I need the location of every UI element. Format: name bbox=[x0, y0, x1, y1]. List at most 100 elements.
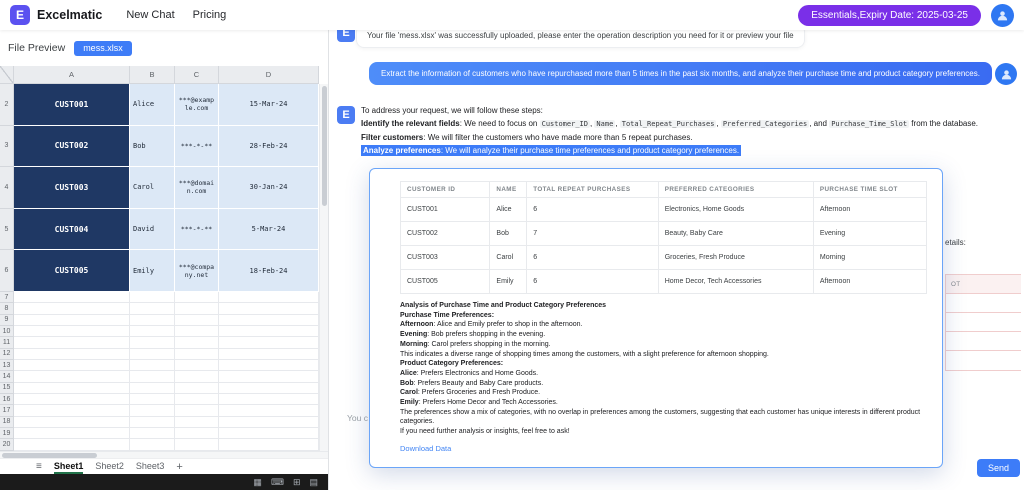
empty-cell[interactable] bbox=[130, 292, 175, 303]
empty-cell[interactable] bbox=[130, 394, 175, 405]
cells-view-icon[interactable]: ▤ bbox=[309, 478, 318, 487]
cell-name[interactable]: Carol bbox=[130, 167, 175, 209]
empty-cell[interactable] bbox=[130, 383, 175, 394]
row-number[interactable]: 6 bbox=[0, 250, 14, 292]
row-number[interactable]: 11 bbox=[0, 337, 14, 348]
empty-cell[interactable] bbox=[130, 315, 175, 326]
empty-cell[interactable] bbox=[219, 303, 319, 314]
keyboard-icon[interactable]: ⌨ bbox=[271, 478, 284, 487]
cell-contact[interactable]: ***@example.com bbox=[175, 84, 219, 126]
empty-cell[interactable] bbox=[130, 337, 175, 348]
cell-date[interactable]: 28-Feb-24 bbox=[219, 126, 319, 168]
empty-cell[interactable] bbox=[219, 383, 319, 394]
empty-cell[interactable] bbox=[14, 337, 130, 348]
empty-cell[interactable] bbox=[175, 371, 219, 382]
empty-cell[interactable] bbox=[219, 326, 319, 337]
empty-cell[interactable] bbox=[14, 417, 130, 428]
empty-cell[interactable] bbox=[14, 439, 130, 450]
row-number[interactable]: 2 bbox=[0, 84, 14, 126]
add-sheet-button[interactable]: + bbox=[176, 461, 182, 473]
download-data-link[interactable]: Download Data bbox=[400, 444, 451, 453]
empty-cell[interactable] bbox=[219, 349, 319, 360]
empty-cell[interactable] bbox=[175, 360, 219, 371]
row-number[interactable]: 13 bbox=[0, 360, 14, 371]
empty-cell[interactable] bbox=[219, 428, 319, 439]
empty-cell[interactable] bbox=[130, 349, 175, 360]
row-number[interactable]: 12 bbox=[0, 349, 14, 360]
file-tab-mess-xlsx[interactable]: mess.xlsx bbox=[74, 41, 132, 56]
cell-name[interactable]: Emily bbox=[130, 250, 175, 292]
empty-cell[interactable] bbox=[14, 405, 130, 416]
empty-cell[interactable] bbox=[175, 383, 219, 394]
cell-contact[interactable]: ***-*-** bbox=[175, 126, 219, 168]
cell-contact[interactable]: ***-*-** bbox=[175, 209, 219, 251]
empty-cell[interactable] bbox=[175, 439, 219, 450]
row-number[interactable]: 20 bbox=[0, 439, 14, 450]
empty-cell[interactable] bbox=[130, 360, 175, 371]
app-logo-icon[interactable]: E bbox=[10, 5, 30, 25]
empty-cell[interactable] bbox=[175, 292, 219, 303]
empty-cell[interactable] bbox=[219, 439, 319, 450]
empty-cell[interactable] bbox=[14, 326, 130, 337]
cell-customer-id[interactable]: CUST001 bbox=[14, 84, 130, 126]
cell-contact[interactable]: ***@company.net bbox=[175, 250, 219, 292]
empty-cell[interactable] bbox=[219, 417, 319, 428]
vertical-scrollbar[interactable] bbox=[319, 84, 328, 451]
sheet-menu-icon[interactable]: ≡ bbox=[36, 461, 42, 472]
row-number[interactable]: 19 bbox=[0, 428, 14, 439]
empty-cell[interactable] bbox=[130, 428, 175, 439]
horizontal-scrollbar[interactable] bbox=[0, 451, 328, 458]
empty-cell[interactable] bbox=[130, 326, 175, 337]
empty-cell[interactable] bbox=[130, 303, 175, 314]
empty-cell[interactable] bbox=[130, 417, 175, 428]
empty-cell[interactable] bbox=[14, 303, 130, 314]
grid-view-icon[interactable]: ⊞ bbox=[293, 478, 301, 487]
row-number[interactable]: 10 bbox=[0, 326, 14, 337]
empty-cell[interactable] bbox=[14, 394, 130, 405]
row-number[interactable]: 4 bbox=[0, 167, 14, 209]
select-all-corner[interactable] bbox=[0, 66, 14, 84]
vertical-scrollbar-thumb[interactable] bbox=[322, 86, 327, 206]
cell-contact[interactable]: ***@domain.com bbox=[175, 167, 219, 209]
cell-date[interactable]: 15-Mar-24 bbox=[219, 84, 319, 126]
cell-date[interactable]: 30-Jan-24 bbox=[219, 167, 319, 209]
plan-badge[interactable]: Essentials,Expiry Date: 2025-03-25 bbox=[798, 5, 981, 26]
empty-cell[interactable] bbox=[14, 428, 130, 439]
empty-cell[interactable] bbox=[175, 349, 219, 360]
cell-name[interactable]: Alice bbox=[130, 84, 175, 126]
empty-cell[interactable] bbox=[14, 383, 130, 394]
row-number[interactable]: 17 bbox=[0, 405, 14, 416]
empty-cell[interactable] bbox=[175, 315, 219, 326]
empty-cell[interactable] bbox=[175, 428, 219, 439]
empty-cell[interactable] bbox=[219, 315, 319, 326]
cell-customer-id[interactable]: CUST004 bbox=[14, 209, 130, 251]
empty-cell[interactable] bbox=[14, 371, 130, 382]
column-header[interactable]: C bbox=[175, 66, 219, 84]
column-header[interactable]: D bbox=[219, 66, 319, 84]
cell-date[interactable]: 5-Mar-24 bbox=[219, 209, 319, 251]
empty-cell[interactable] bbox=[14, 360, 130, 371]
empty-cell[interactable] bbox=[175, 405, 219, 416]
row-number[interactable]: 5 bbox=[0, 209, 14, 251]
cell-customer-id[interactable]: CUST005 bbox=[14, 250, 130, 292]
empty-cell[interactable] bbox=[219, 337, 319, 348]
empty-cell[interactable] bbox=[175, 303, 219, 314]
empty-cell[interactable] bbox=[130, 405, 175, 416]
empty-cell[interactable] bbox=[219, 292, 319, 303]
empty-cell[interactable] bbox=[14, 315, 130, 326]
row-number[interactable]: 18 bbox=[0, 417, 14, 428]
horizontal-scrollbar-thumb[interactable] bbox=[2, 453, 97, 458]
row-number[interactable]: 3 bbox=[0, 126, 14, 168]
empty-cell[interactable] bbox=[219, 394, 319, 405]
row-number[interactable]: 15 bbox=[0, 383, 14, 394]
empty-cell[interactable] bbox=[175, 337, 219, 348]
nav-pricing[interactable]: Pricing bbox=[193, 9, 227, 21]
empty-cell[interactable] bbox=[14, 292, 130, 303]
empty-cell[interactable] bbox=[14, 349, 130, 360]
user-avatar[interactable] bbox=[991, 4, 1014, 27]
empty-cell[interactable] bbox=[219, 371, 319, 382]
cell-name[interactable]: David bbox=[130, 209, 175, 251]
empty-cell[interactable] bbox=[175, 417, 219, 428]
sheet-tab-sheet2[interactable]: Sheet2 bbox=[95, 459, 124, 474]
row-number[interactable]: 9 bbox=[0, 315, 14, 326]
